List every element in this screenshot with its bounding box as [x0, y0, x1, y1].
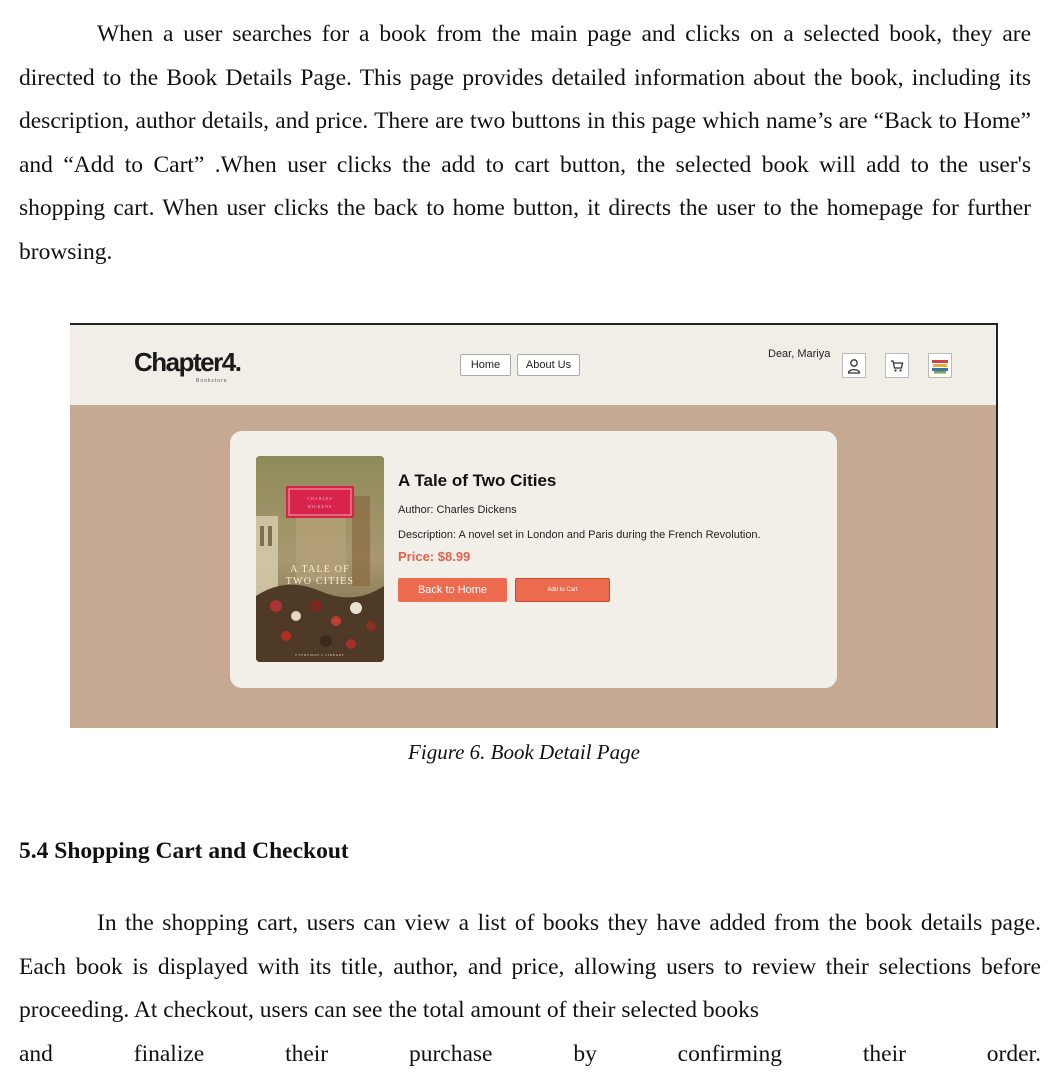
word: finalize	[133, 1040, 205, 1067]
book-detail-card: CHARLES DICKENS A TALE OF TWO CITIES EVE…	[230, 431, 837, 688]
book-detail-screenshot: Chapter4. Bookstore Home About Us Dear, …	[70, 323, 998, 728]
navbar: Chapter4. Bookstore Home About Us Dear, …	[70, 325, 996, 405]
about-us-nav-button[interactable]: About Us	[517, 354, 580, 376]
intro-rest: are directed to the Book Details Page. T…	[19, 21, 1032, 265]
word: and	[19, 1040, 53, 1067]
intro-line1: When a user searches for a book from the…	[97, 21, 993, 47]
book-description: Description: A novel set in London and P…	[398, 529, 761, 541]
logo-subtitle: Bookstore	[196, 378, 228, 384]
intro-paragraph: When a user searches for a book from the…	[19, 13, 1031, 275]
book-author: Author: Charles Dickens	[398, 504, 517, 516]
figure-caption: Figure 6. Book Detail Page	[408, 740, 640, 764]
word: purchase	[408, 1040, 493, 1067]
cover-author-first: CHARLES	[307, 496, 332, 501]
home-nav-button[interactable]: Home	[460, 354, 511, 376]
word: by	[573, 1040, 597, 1067]
section-heading: 5.4 Shopping Cart and Checkout	[19, 838, 349, 864]
site-logo[interactable]: Chapter4.	[134, 347, 242, 378]
user-icon[interactable]	[842, 353, 866, 378]
word: order.	[986, 1040, 1041, 1067]
user-greeting: Dear, Mariya	[768, 348, 831, 360]
cart-paragraph: In the shopping cart, users can view a l…	[19, 902, 1041, 1076]
book-cover-image: CHARLES DICKENS A TALE OF TWO CITIES EVE…	[256, 456, 384, 662]
cover-author-last: DICKENS	[308, 504, 332, 509]
word: confirming	[677, 1040, 783, 1067]
word: their	[285, 1040, 329, 1067]
books-icon[interactable]	[928, 353, 952, 378]
book-price: Price: $8.99	[398, 549, 471, 564]
cart-paragraph-text: In the shopping cart, users can view a l…	[19, 910, 1041, 1024]
cover-publisher: EVERYMAN'S LIBRARY	[295, 653, 344, 657]
book-title: A Tale of Two Cities	[398, 471, 557, 490]
cart-icon[interactable]	[885, 353, 909, 378]
word: their	[862, 1040, 906, 1067]
back-to-home-button[interactable]: Back to Home	[398, 578, 507, 602]
cover-title-line2: TWO CITIES	[286, 576, 354, 587]
add-to-cart-button[interactable]: Add to Cart	[515, 578, 610, 602]
cart-paragraph-last-line: and finalize their purchase by confirmin…	[19, 1033, 1041, 1076]
cover-title-line1: A TALE OF	[290, 564, 350, 575]
